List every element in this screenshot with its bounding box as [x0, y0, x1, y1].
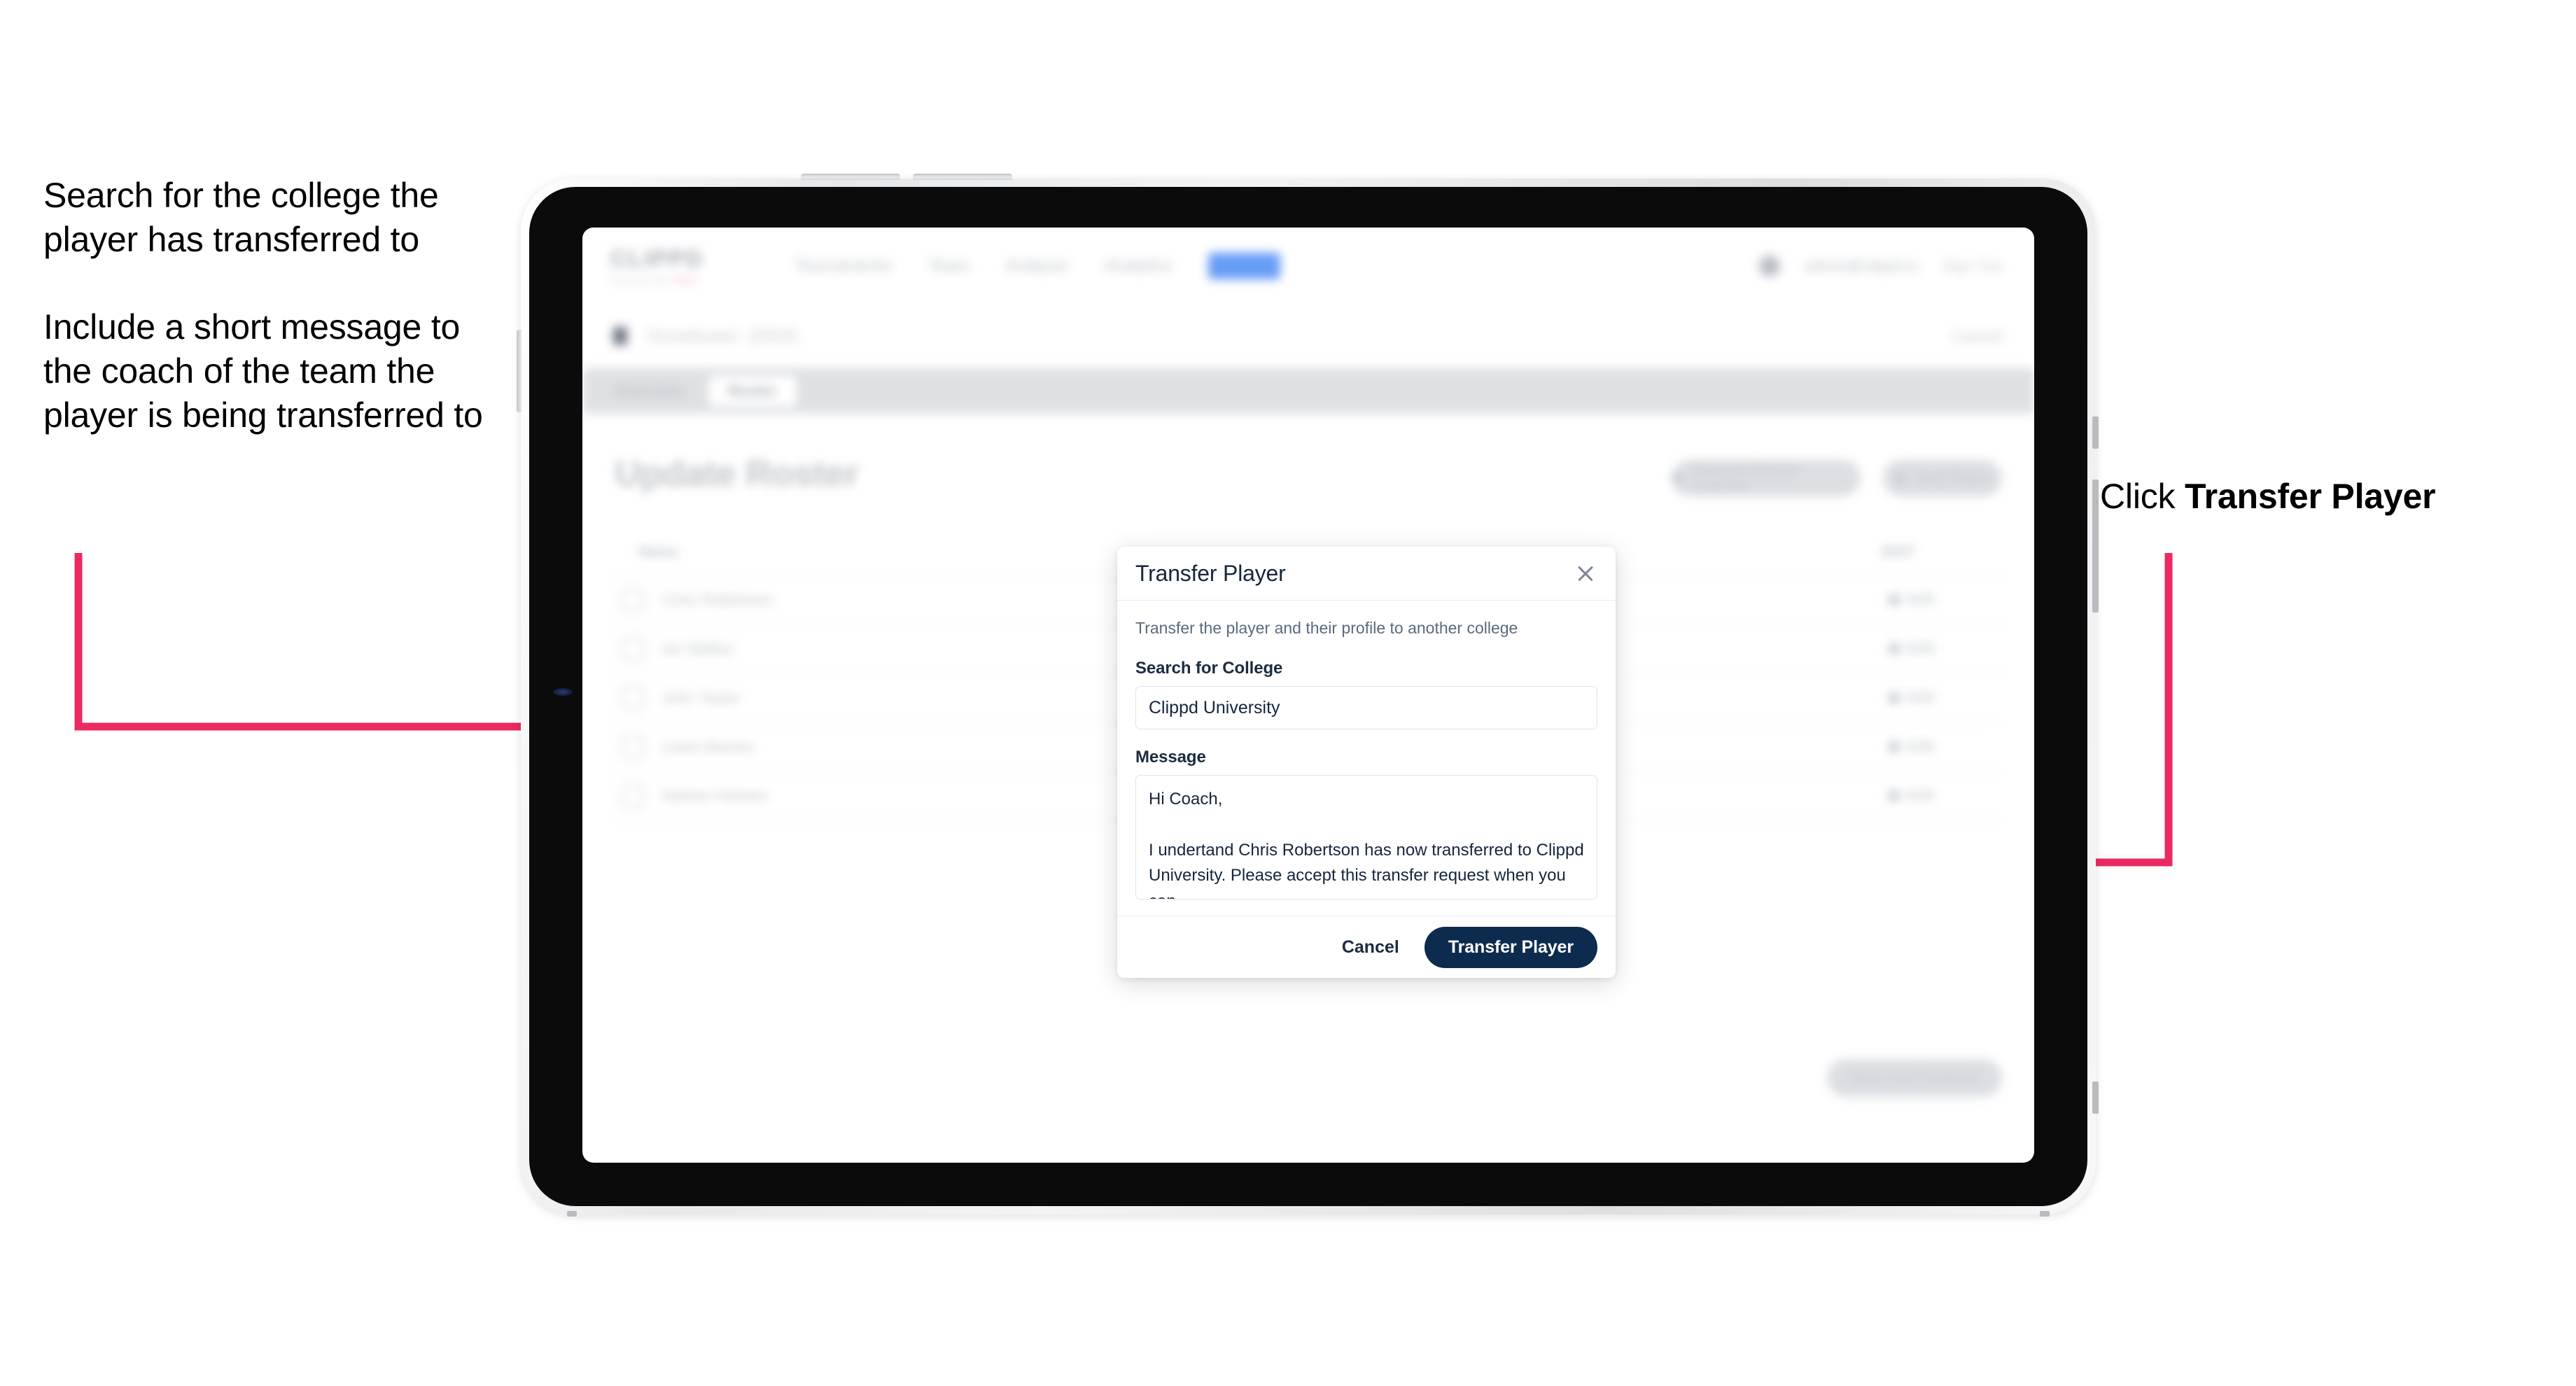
sign-out-link[interactable]: Sign Out	[1942, 257, 2002, 275]
row-checkbox[interactable]	[622, 784, 645, 808]
dialog-footer: Cancel Transfer Player	[1117, 916, 1616, 978]
app-logo[interactable]: CLIPPD Powered by PGA	[610, 247, 704, 285]
volume-down-button[interactable]	[913, 174, 1012, 180]
subnav-cancel-link[interactable]: Cancel	[1952, 327, 2002, 346]
user-email: admin@clippd.io	[1804, 257, 1919, 274]
row-edit-button[interactable]: Edit	[1886, 788, 1935, 804]
dialog-description: Transfer the player and their profile to…	[1135, 619, 1518, 637]
tablet-device: CLIPPD Powered by PGA Tournaments Team A…	[517, 174, 2099, 1217]
add-player-button[interactable]: Add Player	[1883, 460, 2002, 496]
college-search-input[interactable]	[1135, 686, 1597, 729]
dialog-header: Transfer Player	[1117, 547, 1616, 601]
row-player-name: Chris Robertson	[662, 591, 773, 608]
tablet-screen: CLIPPD Powered by PGA Tournaments Team A…	[582, 227, 2034, 1163]
annotation-left-paragraph-2: Include a short message to the coach of …	[43, 307, 483, 435]
pencil-icon	[1886, 690, 1903, 706]
pencil-icon	[1886, 640, 1903, 657]
brand-sub-text: Powered by	[610, 274, 669, 286]
row-edit-button[interactable]: Edit	[1886, 592, 1935, 608]
speaker-grille-right-3	[2092, 1082, 2099, 1114]
annotation-right-prefix: Click	[2100, 477, 2185, 516]
plus-icon	[1893, 472, 1906, 484]
subnav-title-text: Scoreboard	[647, 326, 738, 346]
row-edit-label: Edit	[1907, 788, 1935, 804]
brand-name: CLIPPD	[610, 246, 704, 272]
pencil-icon	[1886, 592, 1903, 608]
nav-item-tournaments[interactable]: Tournaments	[794, 256, 892, 276]
add-player-label: Add Player	[1914, 470, 1991, 486]
annotation-left: Search for the college the player has tr…	[43, 174, 491, 438]
avatar[interactable]	[1759, 255, 1781, 276]
scoreboard-icon	[613, 327, 627, 345]
row-edit-label: Edit	[1907, 640, 1935, 657]
nav-item-roster[interactable]: Roster	[1208, 253, 1280, 279]
speaker-grille-right-2	[2092, 479, 2099, 612]
app-nav-items: Tournaments Team Analysis Analytics Rost…	[794, 253, 1280, 279]
message-field-label: Message	[1135, 748, 1206, 766]
tab-overview[interactable]: Overview	[595, 376, 703, 407]
row-checkbox[interactable]	[622, 686, 645, 710]
brand-subtitle: Powered by PGA	[610, 275, 704, 285]
row-checkbox[interactable]	[622, 637, 645, 661]
transfer-icon	[1672, 472, 1684, 484]
row-checkbox[interactable]	[622, 735, 645, 759]
front-camera-icon	[553, 688, 573, 696]
tab-roster[interactable]: Roster	[708, 376, 797, 407]
nav-item-analysis[interactable]: Analysis	[1005, 256, 1068, 276]
nav-item-analytics[interactable]: Analytics	[1105, 256, 1172, 276]
column-header-edit: EDIT	[1882, 544, 1915, 560]
subnav-title: Scoreboard Scoreboard (2024)	[641, 326, 798, 346]
speaker-grille-bottom-left	[567, 1211, 577, 1217]
nav-item-team[interactable]: Team	[928, 256, 969, 276]
app-top-navbar: CLIPPD Powered by PGA Tournaments Team A…	[582, 227, 2034, 306]
annotation-left-paragraph-1: Search for the college the player has tr…	[43, 176, 439, 259]
pencil-icon	[1886, 788, 1903, 804]
pencil-icon	[1886, 738, 1903, 755]
volume-up-button[interactable]	[801, 174, 900, 180]
page-header-actions: Request Roster Transfer Add Player	[1672, 460, 2002, 496]
app-nav-right: admin@clippd.io Sign Out	[1759, 255, 2002, 276]
row-edit-button[interactable]: Edit	[1886, 738, 1935, 755]
row-player-name: Nathan Holmes	[662, 787, 768, 804]
annotation-right-emphasis: Transfer Player	[2185, 477, 2436, 516]
row-edit-label: Edit	[1907, 592, 1935, 608]
row-player-name: Lewis Barnes	[662, 738, 755, 755]
column-header-name: Name	[638, 544, 679, 560]
subnav-title-sub: (2024)	[748, 326, 799, 346]
app-sub-navbar: Scoreboard Scoreboard (2024) Cancel	[582, 304, 2034, 369]
tablet-bezel: CLIPPD Powered by PGA Tournaments Team A…	[529, 187, 2087, 1206]
row-player-name: Ian Walker	[662, 640, 735, 657]
cancel-button[interactable]: Cancel	[1338, 937, 1404, 958]
message-textarea[interactable]	[1135, 775, 1597, 899]
save-and-continue-button[interactable]: Save And Continue	[1827, 1059, 2002, 1097]
row-checkbox[interactable]	[622, 588, 645, 612]
row-edit-label: Edit	[1907, 690, 1935, 706]
page-title: Update Roster	[615, 454, 859, 494]
transfer-player-dialog: Transfer Player Transfer the player and …	[1117, 547, 1616, 978]
row-edit-label: Edit	[1907, 738, 1935, 755]
row-edit-button[interactable]: Edit	[1886, 640, 1935, 657]
college-field-label: Search for College	[1135, 659, 1283, 678]
dialog-title: Transfer Player	[1135, 560, 1286, 586]
speaker-grille-bottom-right	[2040, 1211, 2050, 1217]
annotation-right: Click Transfer Player	[2100, 475, 2436, 519]
close-icon[interactable]	[1574, 561, 1597, 585]
request-roster-transfer-label: Request Roster Transfer	[1691, 461, 1801, 494]
transfer-player-submit-button[interactable]: Transfer Player	[1424, 926, 1597, 968]
speaker-grille-right-1	[2092, 416, 2099, 449]
dialog-body: Transfer the player and their profile to…	[1117, 601, 1616, 916]
app-tab-bar: Overview Roster	[582, 369, 2034, 414]
brand-sub-badge: PGA	[673, 274, 697, 286]
power-button[interactable]	[517, 330, 522, 412]
row-edit-button[interactable]: Edit	[1886, 690, 1935, 706]
request-roster-transfer-button[interactable]: Request Roster Transfer	[1672, 460, 1861, 496]
row-player-name: John Taylor	[662, 689, 741, 706]
